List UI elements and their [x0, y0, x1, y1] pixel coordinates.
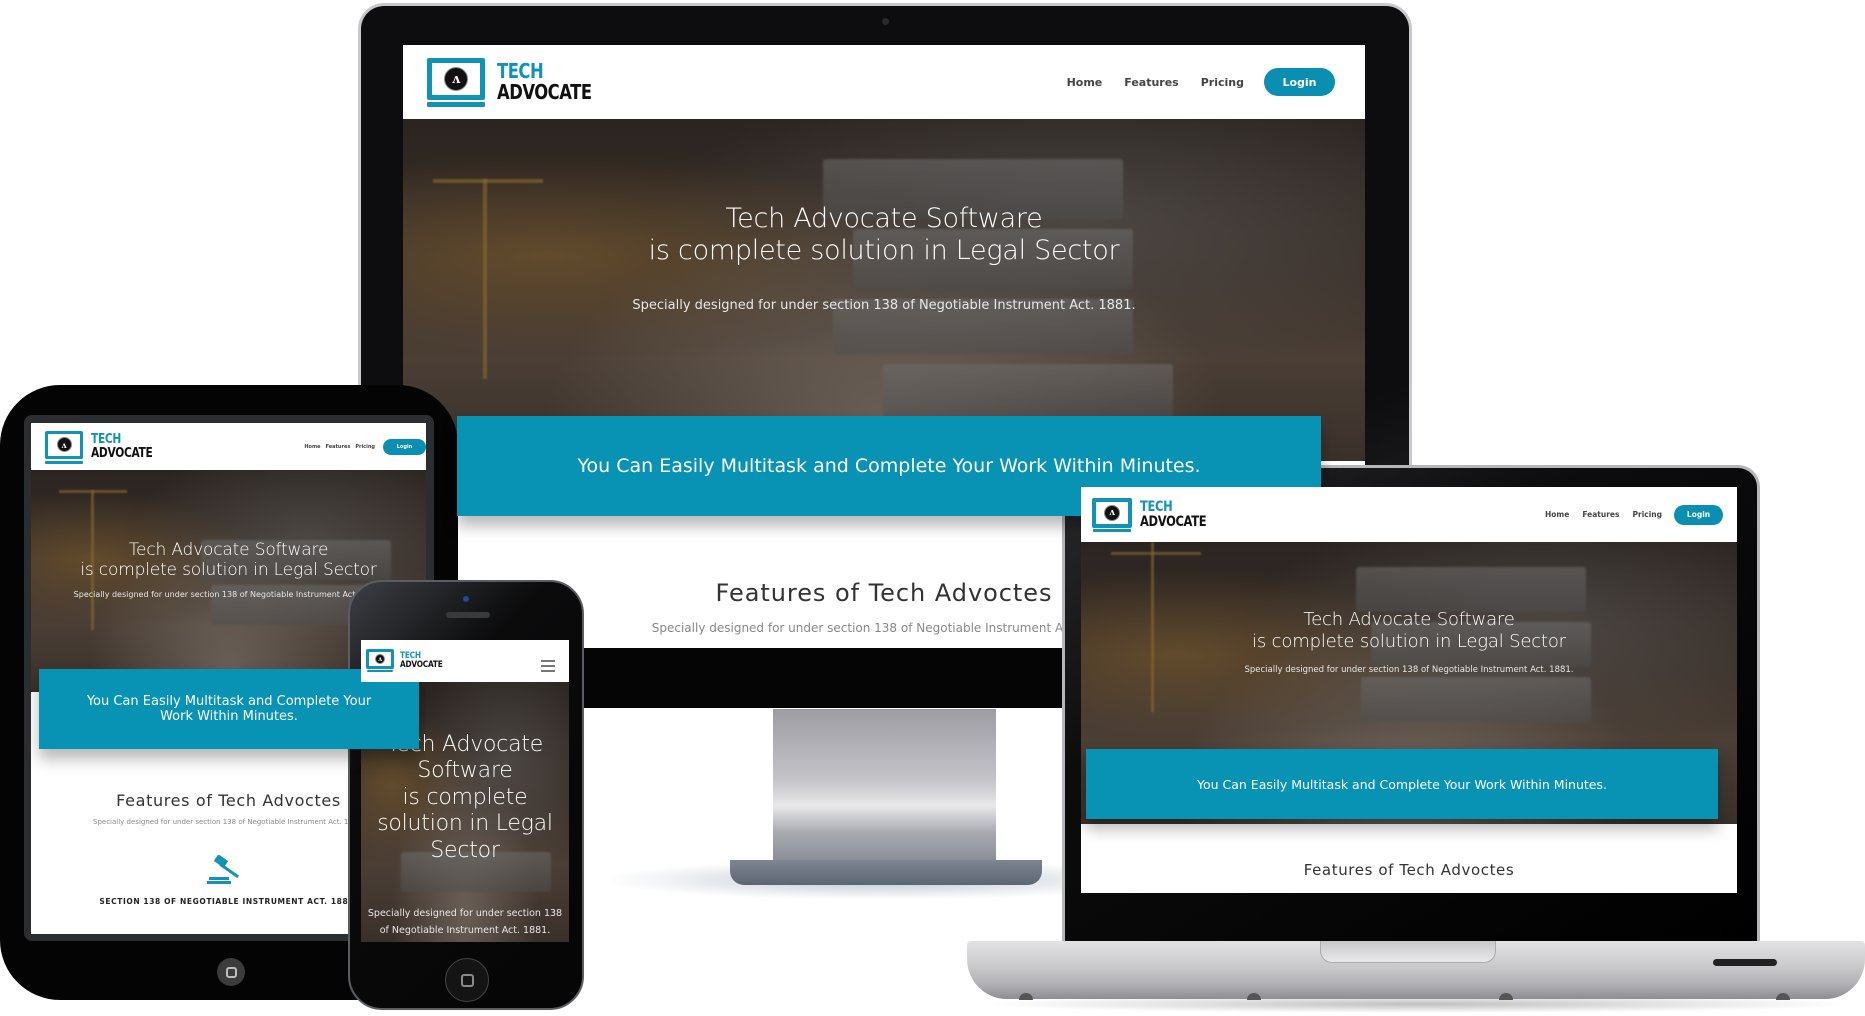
- seal-glyph: ᴧ: [1104, 504, 1120, 521]
- hero-bg-scale: [59, 490, 127, 493]
- hero-bg-book: [883, 364, 1173, 419]
- logo-base: [1092, 528, 1132, 532]
- phone-home-button[interactable]: [445, 958, 489, 1002]
- laptop-disk-slot: [1713, 959, 1777, 966]
- site-navbar: ᴧ TECH ADVOCATE Home Features Pricing Lo…: [31, 423, 426, 470]
- hero-subtitle: Specially designed for under section 138…: [361, 905, 569, 939]
- logo-base: [366, 670, 394, 672]
- nav-features[interactable]: Features: [326, 444, 351, 450]
- nav-home[interactable]: Home: [1067, 76, 1103, 89]
- hero-title-line: Sector: [430, 837, 500, 863]
- brand-logo[interactable]: ᴧ TECH ADVOCATE: [427, 58, 612, 107]
- nav-links: Home Features Pricing Login: [1067, 68, 1335, 96]
- hero-bg-book: [1361, 677, 1591, 722]
- nav-pricing[interactable]: Pricing: [355, 444, 375, 450]
- brand-logo[interactable]: ᴧ TECH ADVOCATE: [44, 430, 166, 464]
- hero-subtitle-line: Specially designed for under section 138: [367, 908, 563, 919]
- hero-title-line1: Tech Advocate Software: [128, 540, 329, 560]
- hero-title-line: solution in Legal: [377, 811, 553, 837]
- monitor-base: [730, 860, 1042, 885]
- hero-bg-scale: [1111, 552, 1201, 555]
- site-navbar: ᴧ TECH ADVOCATE Home Features Pricing Lo…: [403, 45, 1365, 119]
- laptop-seal-icon: ᴧ: [1092, 497, 1132, 532]
- laptop-seal-icon: ᴧ: [44, 430, 84, 464]
- hero-bg-book: [1356, 567, 1586, 612]
- gavel-icon: [207, 855, 240, 884]
- hero-title-line2: is complete solution in Legal Sector: [1252, 630, 1566, 652]
- nav-pricing[interactable]: Pricing: [1201, 76, 1244, 89]
- hero-title-line1: Tech Advocate Software: [1303, 609, 1515, 630]
- brand-line1: TECH: [497, 59, 544, 83]
- site-navbar: ᴧ TECH ADVOCATE Home Features Pricing Lo…: [1081, 487, 1737, 542]
- login-button[interactable]: Login: [1264, 68, 1335, 96]
- hero-subtitle: Specially designed for under section 138…: [632, 298, 1136, 313]
- nav-pricing[interactable]: Pricing: [1633, 510, 1663, 519]
- brand-line2: ADVOCATE: [400, 660, 443, 670]
- features-title: Features of Tech Advoctes: [1303, 861, 1515, 879]
- logo-base: [427, 102, 485, 107]
- hero-subtitle-line: of Negotiable Instrument Act. 1881.: [379, 925, 551, 937]
- login-button[interactable]: Login: [383, 438, 426, 455]
- brand-line2: ADVOCATE: [1140, 513, 1207, 530]
- brand-line1: TECH: [1140, 498, 1173, 515]
- hero-title: Tech Advocate Software is complete solut…: [403, 203, 1365, 268]
- login-button[interactable]: Login: [1674, 504, 1723, 525]
- monitor-stand: [773, 709, 996, 880]
- laptop-seal-icon: ᴧ: [427, 58, 485, 107]
- brand-line2: ADVOCATE: [497, 80, 592, 104]
- laptop-website: ᴧ TECH ADVOCATE Home Features Pricing Lo…: [1081, 487, 1737, 893]
- hero-title-line2: is complete solution in Legal Sector: [648, 235, 1120, 267]
- seal-glyph: ᴧ: [375, 654, 385, 664]
- phone-camera-icon: [463, 596, 469, 602]
- hero-title: Tech Advocate Software is complete solut…: [1081, 609, 1737, 652]
- brand-logo[interactable]: ᴧ TECH ADVOCATE: [1092, 497, 1221, 532]
- hero-section: Tech Advocate Software is complete solut…: [403, 119, 1365, 461]
- nav-home[interactable]: Home: [1545, 510, 1569, 519]
- hero-title: Tech Advocate Software is complete solut…: [361, 732, 569, 864]
- laptop-foot: [1247, 993, 1261, 1000]
- laptop-lid-notch[interactable]: [1320, 941, 1496, 963]
- hero-title-line: Software: [417, 758, 513, 784]
- hero-title-line1: Tech Advocate Software: [725, 203, 1043, 234]
- logo-base: [44, 460, 84, 464]
- brand-logo[interactable]: ᴧ TECH ADVOCATE: [366, 649, 452, 672]
- brand-line2: ADVOCATE: [91, 445, 153, 461]
- nav-features[interactable]: Features: [1582, 510, 1619, 519]
- hamburger-icon[interactable]: [541, 660, 555, 672]
- nav-links: Home Features Pricing Login: [304, 438, 426, 455]
- hero-title-line: is complete: [402, 784, 528, 810]
- laptop-foot: [1019, 993, 1033, 1000]
- multitask-banner: You Can Easily Multitask and Complete Yo…: [1086, 749, 1718, 819]
- brand-line1: TECH: [91, 431, 122, 447]
- laptop-seal-icon: ᴧ: [366, 649, 394, 672]
- seal-glyph: ᴧ: [444, 67, 468, 91]
- nav-links: Home Features Pricing Login: [1545, 504, 1723, 525]
- hero-bg-scale: [433, 179, 543, 183]
- hero-title: Tech Advocate Software is complete solut…: [31, 540, 426, 581]
- monitor-camera-icon: [882, 18, 889, 25]
- seal-glyph: ᴧ: [56, 437, 72, 452]
- hero-subtitle: Specially designed for under section 138…: [1244, 665, 1574, 675]
- phone-speaker: [446, 612, 490, 618]
- site-navbar: ᴧ TECH ADVOCATE: [361, 640, 569, 682]
- laptop-foot: [1499, 993, 1513, 1000]
- laptop-foot: [1776, 993, 1790, 1000]
- nav-features[interactable]: Features: [1124, 76, 1178, 89]
- nav-home[interactable]: Home: [304, 444, 320, 450]
- hero-title-line2: is complete solution in Legal Sector: [80, 560, 377, 581]
- tablet-home-button[interactable]: [217, 958, 245, 986]
